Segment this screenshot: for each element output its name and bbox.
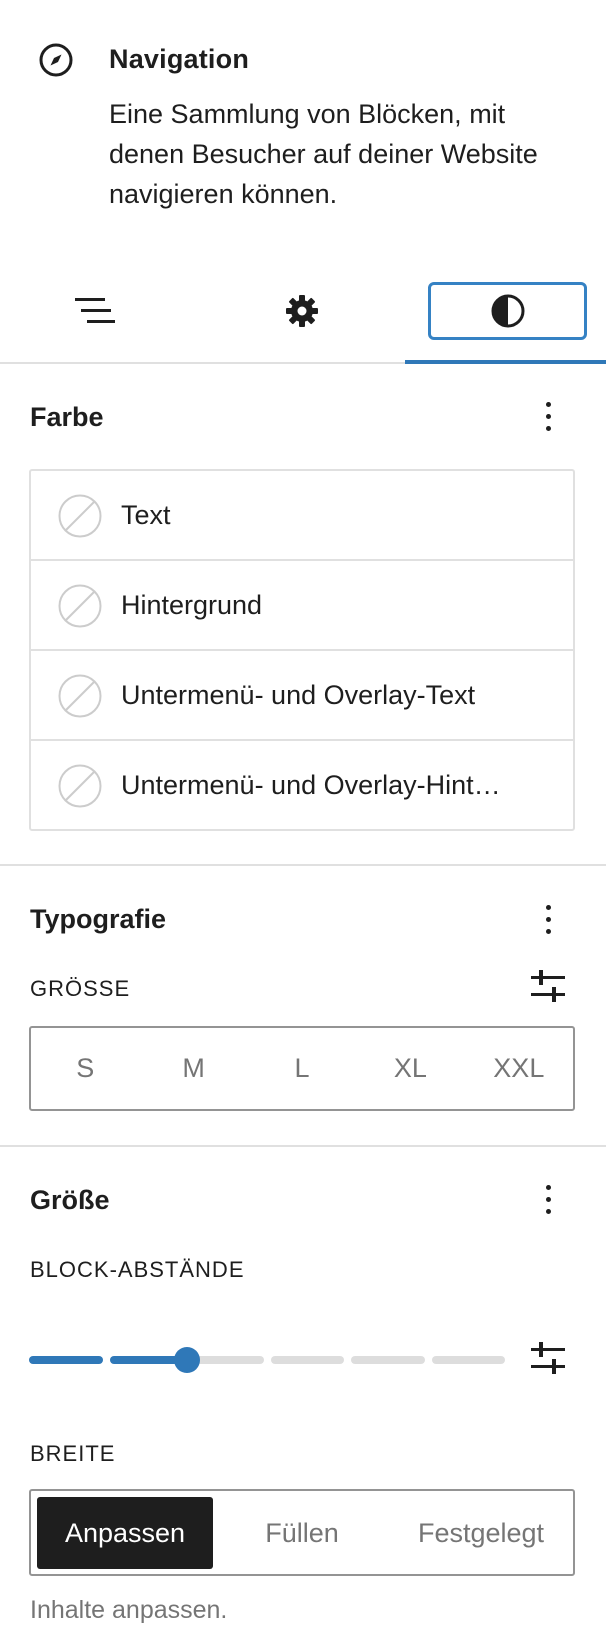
color-item-label: Text [121,500,171,530]
block-card: Navigation Eine Sammlung von Blöcken, mi… [0,0,606,250]
block-spacing-label: BLOCK-ABSTÄNDE [30,1257,245,1282]
tab-list-view[interactable] [40,282,150,340]
width-help-text: Inhalte anpassen. [30,1596,228,1624]
block-title: Navigation [109,44,250,74]
tab-styles[interactable] [428,282,587,340]
spacing-slider-thumb[interactable] [173,1347,200,1373]
font-size-option-xl[interactable]: XL [356,1028,464,1109]
width-label: BREITE [30,1441,116,1466]
width-option-fill[interactable]: Füllen [215,1497,389,1569]
font-size-option-s[interactable]: S [31,1028,139,1109]
empty-swatch-icon [58,494,102,538]
color-item-label: Untermenü- und Overlay-Hint… [121,770,501,800]
width-toggle-group: Anpassen Füllen Festgelegt [29,1489,575,1576]
font-size-option-m[interactable]: M [139,1028,247,1109]
inspector-tabs [0,268,606,364]
color-item-text[interactable]: Text [31,471,573,561]
spacing-slider-segment [109,1356,183,1364]
spacing-slider-segment [431,1356,505,1364]
half-circle-contrast-icon [491,294,524,328]
spacing-slider-segment [190,1356,264,1364]
typography-section-title: Typografie [30,904,167,934]
empty-swatch-icon [58,584,102,628]
compass-icon [39,43,73,77]
color-options-button[interactable] [530,394,566,438]
color-section-title: Farbe [30,402,104,432]
color-item-submenu-text[interactable]: Untermenü- und Overlay-Text [31,651,573,741]
active-tab-indicator [405,360,606,364]
color-item-submenu-background[interactable]: Untermenü- und Overlay-Hint… [31,741,573,831]
list-view-icon [75,298,115,323]
font-size-label: GRÖSSE [30,976,131,1001]
section-divider [0,1145,606,1147]
color-item-label: Hintergrund [121,590,263,620]
empty-swatch-icon [58,764,102,808]
font-size-toggle-group: S M L XL XXL [29,1026,575,1111]
spacing-slider-segment [29,1356,103,1364]
width-option-fixed[interactable]: Festgelegt [391,1497,571,1569]
color-item-background[interactable]: Hintergrund [31,561,573,651]
tab-settings[interactable] [247,282,357,340]
dimensions-options-button[interactable] [530,1177,566,1221]
font-size-option-l[interactable]: L [248,1028,356,1109]
spacing-slider-segment [270,1356,344,1364]
width-option-fit[interactable]: Anpassen [37,1497,213,1569]
dimensions-section-title: Größe [30,1185,110,1215]
block-spacing-slider[interactable] [29,1345,505,1375]
block-description: Eine Sammlung von Blöcken, mit denen Bes… [109,99,538,209]
color-item-label: Untermenü- und Overlay-Text [121,680,476,710]
custom-size-sliders-icon[interactable] [528,966,568,1006]
block-inspector-panel: Navigation Eine Sammlung von Blöcken, mi… [0,0,606,1642]
color-list: Text Hintergrund Untermenü- und Overlay-… [29,469,575,831]
custom-spacing-sliders-icon[interactable] [528,1338,568,1378]
spacing-slider-segment [351,1356,425,1364]
font-size-option-xxl[interactable]: XXL [465,1028,573,1109]
typography-options-button[interactable] [530,897,566,941]
empty-swatch-icon [58,674,102,718]
section-divider [0,864,606,866]
gear-icon [286,295,318,327]
